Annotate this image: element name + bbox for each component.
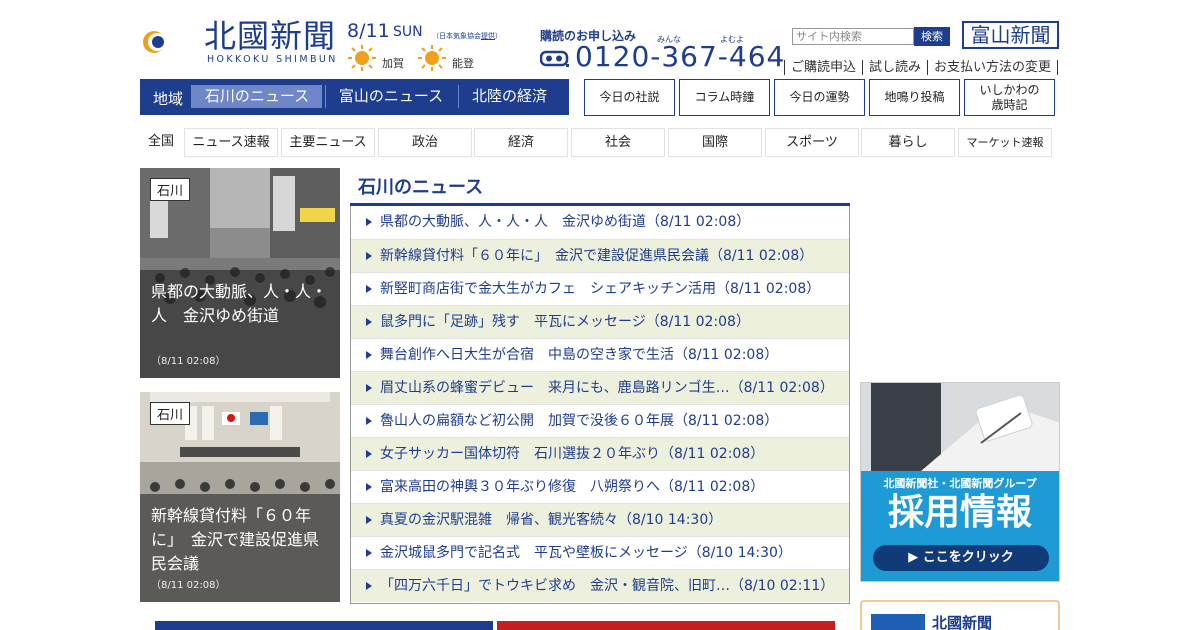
bullet-arrow-icon: [366, 252, 372, 260]
current-date: 8/11: [347, 20, 390, 42]
site-logo[interactable]: 北國新聞 HOKKOKU SHIMBUN: [140, 14, 340, 68]
free-dial-icon: [540, 50, 569, 67]
promo-thumbnail: [871, 614, 925, 630]
trial-link[interactable]: 試し読み: [862, 60, 928, 75]
feature-time: （8/11 02:08）: [151, 580, 226, 591]
news-item[interactable]: 眉丈山系の蜂蜜デビュー 来月にも、鹿島路リンゴ生…（8/11 02:08）: [351, 371, 849, 404]
news-item[interactable]: 金沢城鼠多門で記名式 平瓦や壁板にメッセージ（8/10 14:30）: [351, 536, 849, 569]
news-list: 県都の大動脈、人・人・人 金沢ゆめ街道（8/11 02:08） 新幹線貸付料「６…: [350, 206, 850, 604]
editorial-button[interactable]: 今日の社説: [584, 79, 675, 116]
category-sports[interactable]: スポーツ: [765, 128, 859, 157]
bottom-ad-left[interactable]: [155, 621, 493, 630]
logo-text: 北國新聞: [204, 17, 337, 55]
weather-provider-note: （日本気象協会提供）: [432, 32, 502, 40]
subscription-phone-number[interactable]: 0120-367-464: [575, 40, 785, 73]
category-national[interactable]: 全国: [140, 128, 182, 157]
region-nav: 地域 石川のニュース 富山のニュース 北陸の経済: [140, 79, 569, 115]
bullet-arrow-icon: [366, 384, 372, 392]
feature-card[interactable]: 石川 県都の大動脈、人・人・人 金沢ゆめ街道 （8/11 02:08）: [140, 168, 340, 378]
news-item[interactable]: 舞台創作へ日大生が合宿 中島の空き家で生活（8/11 02:08）: [351, 338, 849, 371]
subscription-links: ご購読申込 試し読み お支払い方法の変更: [784, 56, 1059, 75]
hokkoku-promo-box[interactable]: 北國新聞: [860, 600, 1060, 630]
subscribe-link[interactable]: ご購読申込: [784, 60, 863, 75]
weather-label: 能登: [452, 57, 474, 70]
category-top-news[interactable]: 主要ニュース: [281, 128, 375, 157]
news-item[interactable]: 鼠多門に「足跡」残す 平瓦にメッセージ（8/11 02:08）: [351, 305, 849, 338]
bottom-ad-right[interactable]: [497, 621, 835, 630]
category-international[interactable]: 国際: [668, 128, 762, 157]
category-lifestyle[interactable]: 暮らし: [861, 128, 955, 157]
horoscope-button[interactable]: 今日の運勢: [774, 79, 865, 116]
payment-change-link[interactable]: お支払い方法の変更: [927, 60, 1059, 75]
tab-ishikawa-news[interactable]: 石川のニュース: [191, 85, 322, 108]
column-jisho-button[interactable]: コラム時鐘: [679, 79, 770, 116]
bullet-arrow-icon: [366, 351, 372, 359]
ishikawa-calendar-button[interactable]: いしかわの 歳時記: [964, 79, 1055, 116]
category-politics[interactable]: 政治: [378, 128, 472, 157]
category-economy[interactable]: 経済: [474, 128, 568, 157]
news-item[interactable]: 「四万六千日」でトウキビ求め 金沢・観音院、旧町…（8/10 02:11）: [351, 569, 849, 602]
feature-time: （8/11 02:08）: [151, 356, 226, 367]
promo-title: 北國新聞: [932, 614, 993, 630]
tab-toyama-news[interactable]: 富山のニュース: [325, 85, 456, 108]
bullet-arrow-icon: [366, 285, 372, 293]
news-item[interactable]: 真夏の金沢駅混雑 帰省、観光客続々（8/10 14:30）: [351, 503, 849, 536]
bullet-arrow-icon: [366, 450, 372, 458]
toyama-shimbun-button[interactable]: 富山新聞: [962, 21, 1059, 49]
sun-icon: [348, 45, 376, 71]
weather-provider-link[interactable]: 提供: [481, 32, 495, 40]
logo-subtitle: HOKKOKU SHIMBUN: [207, 54, 338, 65]
feature-caption[interactable]: 新幹線貸付料「６０年に」 金沢で建設促進県民会議: [151, 504, 332, 576]
bullet-arrow-icon: [366, 582, 372, 590]
bullet-arrow-icon: [366, 417, 372, 425]
bullet-arrow-icon: [366, 483, 372, 491]
feature-caption[interactable]: 県都の大動脈、人・人・人 金沢ゆめ街道: [151, 280, 332, 328]
bullet-arrow-icon: [366, 549, 372, 557]
news-item[interactable]: 富来高田の神輿３０年ぶり修復 八朔祭りへ（8/11 02:08）: [351, 470, 849, 503]
region-tag: 石川: [150, 178, 191, 201]
site-search-input[interactable]: [792, 28, 914, 45]
bullet-arrow-icon: [366, 218, 372, 226]
news-item[interactable]: 魯山人の扁額など初公開 加賀で没後６０年展（8/11 02:08）: [351, 404, 849, 437]
category-market[interactable]: マーケット速報: [958, 128, 1052, 157]
recruitment-banner[interactable]: 北國新聞社・北國新聞グループ 採用情報 ▶ ここをクリック: [860, 382, 1060, 582]
day-of-week: SUN: [393, 24, 423, 40]
hokkoku-logo-mark-icon: [143, 20, 196, 64]
news-item[interactable]: 新幹線貸付料「６０年に」 金沢で建設促進県民会議（8/11 02:08）: [351, 239, 849, 272]
sun-icon: [418, 45, 446, 71]
region-tag: 石川: [150, 402, 191, 425]
reader-letters-button[interactable]: 地鳴り投稿: [869, 79, 960, 116]
weather-label: 加賀: [382, 57, 404, 70]
recruitment-banner-subtitle: 北國新聞社・北國新聞グループ: [883, 477, 1037, 490]
search-button[interactable]: 検索: [914, 27, 950, 46]
news-item[interactable]: 女子サッカー国体切符 石川選抜２０年ぶり（8/11 02:08）: [351, 437, 849, 470]
category-society[interactable]: 社会: [571, 128, 665, 157]
news-item[interactable]: 県都の大動脈、人・人・人 金沢ゆめ街道（8/11 02:08）: [351, 206, 849, 239]
feature-card[interactable]: 石川 新幹線貸付料「６０年に」 金沢で建設促進県民会議 （8/11 02:08）: [140, 392, 340, 602]
news-section-title: 石川のニュース: [358, 177, 484, 198]
bullet-arrow-icon: [366, 318, 372, 326]
recruitment-click-button[interactable]: ▶ ここをクリック: [873, 545, 1049, 571]
region-label: 地域: [153, 90, 184, 108]
bullet-arrow-icon: [366, 516, 372, 524]
recruitment-banner-title: 採用情報: [887, 492, 1032, 533]
tab-hokuriku-economy[interactable]: 北陸の経済: [458, 85, 560, 108]
news-item[interactable]: 新竪町商店街で金大生がカフェ シェアキッチン活用（8/11 02:08）: [351, 272, 849, 305]
category-breaking[interactable]: ニュース速報: [184, 128, 278, 157]
